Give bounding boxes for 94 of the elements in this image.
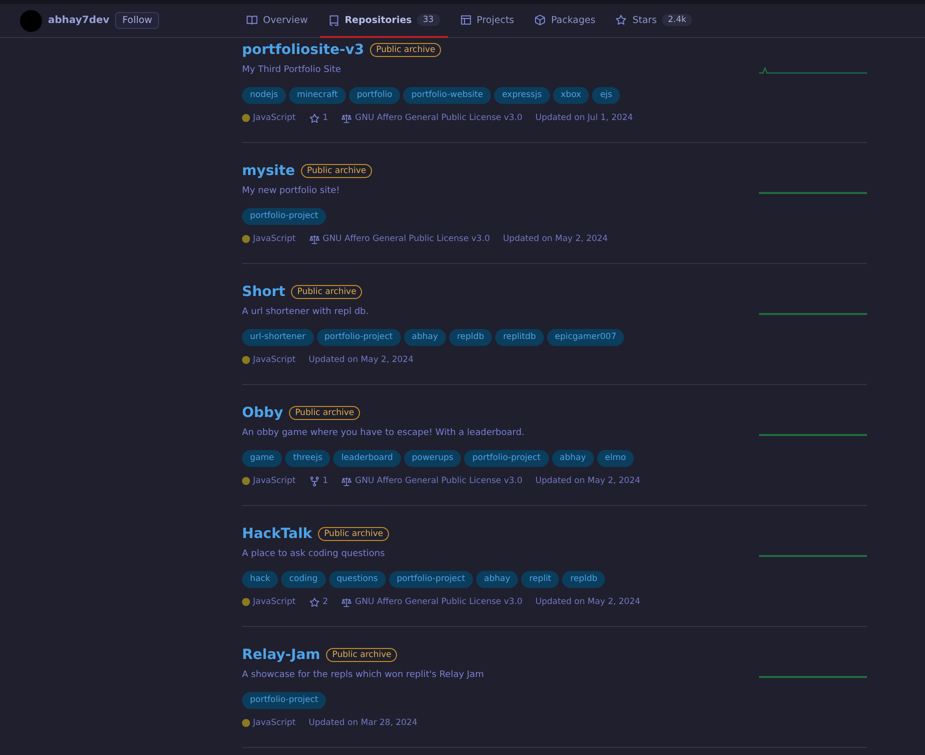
archive-label: Public archive <box>291 285 362 299</box>
scale-icon <box>341 112 352 124</box>
archive-label: Public archive <box>318 527 390 541</box>
language-dot <box>242 114 250 122</box>
forks-count[interactable]: 1 <box>322 474 328 488</box>
repo-description: An obby game where you have to escape! With a leaderboard. <box>242 427 526 440</box>
star-icon <box>308 596 320 608</box>
repo-name-link[interactable]: Obby <box>242 405 284 421</box>
repo-description: My new portfolio site! <box>242 185 341 198</box>
repo-name-link[interactable]: HackTalk <box>242 526 312 542</box>
updated-date: Updated on May 2, 2024 <box>502 233 608 246</box>
language-dot <box>242 719 250 727</box>
language-label: JavaScript <box>253 233 296 246</box>
topic-tag[interactable]: abhay <box>404 329 446 346</box>
book-icon <box>246 14 258 26</box>
topic-tag[interactable]: coding <box>281 571 326 588</box>
topic-tag[interactable]: repldb <box>449 329 492 346</box>
fork-icon <box>308 476 320 486</box>
topic-tag[interactable]: threejs <box>285 450 330 467</box>
updated-date: Updated on May 2, 2024 <box>535 475 640 488</box>
repo-description: A url shortener with repl db. <box>242 306 370 319</box>
topic-tag[interactable]: portfolio-project <box>316 329 401 346</box>
stars-count[interactable]: 2 <box>322 595 328 609</box>
topic-tag[interactable]: portfolio-project <box>242 692 326 709</box>
topic-tag[interactable]: nodejs <box>242 87 286 104</box>
archive-label: Public archive <box>326 648 398 662</box>
tab[interactable]: Overview <box>238 4 316 38</box>
license-label: GNU Affero General Public License v3.0 <box>322 233 490 246</box>
topic-tag[interactable]: abhay <box>552 450 594 467</box>
topic-tag[interactable]: replitdb <box>495 329 544 346</box>
license-label: GNU Affero General Public License v3.0 <box>355 596 522 609</box>
cube-icon <box>534 14 546 26</box>
updated-date: Updated on May 2, 2024 <box>535 596 640 609</box>
language-label: JavaScript <box>253 475 296 488</box>
repo-icon <box>328 14 340 26</box>
star-icon <box>615 14 628 26</box>
repo-name-link[interactable]: portfoliosite-v3 <box>242 42 364 58</box>
language-dot <box>242 235 250 243</box>
tab[interactable]: Projects <box>452 4 522 38</box>
language-label: JavaScript <box>253 596 296 609</box>
topic-tag[interactable]: elmo <box>596 450 634 467</box>
topic-tag[interactable]: portfolio-website <box>403 87 492 104</box>
repo-name-link[interactable]: Short <box>242 284 286 300</box>
topic-tag[interactable]: xbox <box>552 87 590 104</box>
repo-description: A showcase for the repls which won replit's Relay Jam <box>242 669 484 682</box>
topic-tag[interactable]: replit <box>521 571 560 588</box>
updated-date: Updated on May 2, 2024 <box>308 354 414 367</box>
archive-label: Public archive <box>289 406 360 420</box>
topic-tag[interactable]: ejs <box>592 87 620 104</box>
topic-tag[interactable]: game <box>242 450 282 467</box>
tab[interactable]: Stars 2.4k <box>607 4 700 38</box>
star-icon <box>308 112 320 124</box>
language-label: JavaScript <box>253 717 296 730</box>
repo-description: A place to ask coding questions <box>242 548 386 561</box>
license-label: GNU Affero General Public License v3.0 <box>355 475 522 488</box>
tab[interactable]: Repositories 33 <box>320 4 448 38</box>
language-label: JavaScript <box>253 112 296 125</box>
topic-tag[interactable]: hack <box>242 571 278 588</box>
language-dot <box>242 598 250 606</box>
username[interactable]: abhay7dev <box>48 15 110 26</box>
language-dot <box>242 356 250 364</box>
scale-icon <box>341 596 352 608</box>
topic-tag[interactable]: expressjs <box>494 87 550 104</box>
updated-date: Updated on Mar 28, 2024 <box>308 717 418 730</box>
topic-tag[interactable]: portfolio-project <box>242 208 326 225</box>
topic-tag[interactable]: portfolio <box>348 87 400 104</box>
repo-name-link[interactable]: Relay-Jam <box>242 647 320 663</box>
archive-label: Public archive <box>370 43 442 57</box>
repo-description: My Third Portfolio Site <box>242 64 342 77</box>
tab[interactable]: Packages <box>526 4 604 38</box>
topic-tag[interactable]: epicgamer007 <box>546 329 624 346</box>
repo-name-link[interactable]: mysite <box>242 163 296 179</box>
follow-button[interactable]: Follow <box>115 12 160 29</box>
topic-tag[interactable]: repldb <box>562 571 606 588</box>
language-label: JavaScript <box>253 354 296 367</box>
topic-tag[interactable]: portfolio-project <box>388 571 474 588</box>
topic-tag[interactable]: minecraft <box>289 87 346 104</box>
tab-count: 33 <box>416 14 440 26</box>
language-dot <box>242 477 250 485</box>
avatar[interactable] <box>20 10 42 32</box>
scale-icon <box>308 234 320 244</box>
topic-tag[interactable]: url-shortener <box>242 329 314 346</box>
topic-tag[interactable]: abhay <box>476 571 518 588</box>
license-label: GNU Affero General Public License v3.0 <box>355 112 522 125</box>
archive-label: Public archive <box>301 164 372 178</box>
topic-tag[interactable]: questions <box>328 571 386 588</box>
table-icon <box>460 14 472 26</box>
tab-count: 2.4k <box>662 14 692 26</box>
scale-icon <box>341 476 352 486</box>
topic-tag[interactable]: portfolio-project <box>464 450 549 467</box>
topic-tag[interactable]: leaderboard <box>333 450 401 467</box>
stars-count[interactable]: 1 <box>322 111 328 125</box>
topic-tag[interactable]: powerups <box>404 450 462 467</box>
updated-date: Updated on Jul 1, 2024 <box>535 112 633 125</box>
